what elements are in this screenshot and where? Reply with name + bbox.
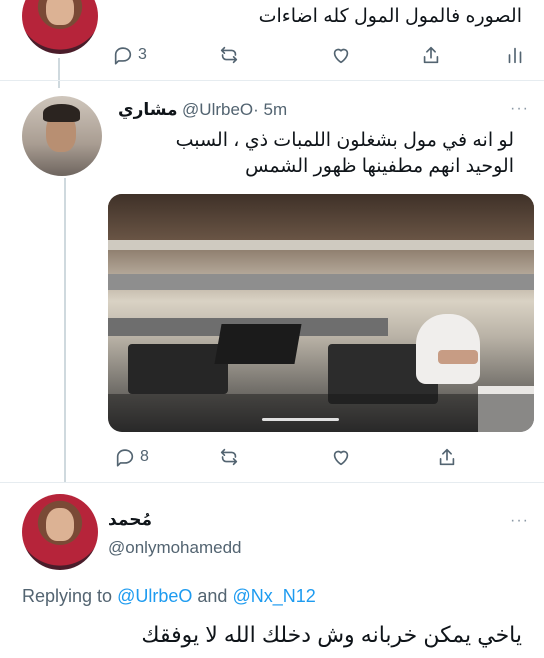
tweet-media[interactable] <box>108 194 534 432</box>
like-icon <box>333 450 349 466</box>
tweet-text-line: الوحيد انهم مطفينها ظهور الشمس <box>245 156 514 177</box>
analytics-button[interactable] <box>504 44 526 66</box>
divider <box>0 80 544 81</box>
tweet-text: لو انه في مول بشغلون اللمبات ذي ، السبب … <box>94 128 514 180</box>
analytics-icon <box>508 47 522 64</box>
replying-to: Replying to @UlrbeO and @Nx_N12 <box>22 586 316 607</box>
replying-and: and <box>197 586 228 606</box>
mention-link[interactable]: @UlrbeO <box>117 586 192 606</box>
display-name[interactable]: مشاري <box>118 100 178 119</box>
reply-icon <box>114 47 132 65</box>
avatar[interactable] <box>22 0 98 54</box>
reply-text: ياخي يمكن خربانه وش دخلك الله لا يوفقك <box>141 622 522 647</box>
reply-count: 3 <box>138 46 147 63</box>
tweet-text-line: لو انه في مول بشغلون اللمبات ذي ، السبب <box>175 130 514 151</box>
like-icon <box>333 48 349 64</box>
avatar[interactable] <box>22 494 98 570</box>
more-icon[interactable]: ··· <box>510 512 529 530</box>
retweet-button[interactable] <box>218 446 240 468</box>
share-icon <box>423 46 439 64</box>
divider <box>0 482 544 483</box>
like-button[interactable] <box>330 446 352 468</box>
user-handle[interactable]: @UlrbeO <box>182 100 253 119</box>
timestamp[interactable]: · 5m <box>253 100 287 119</box>
thread-line <box>64 178 66 482</box>
retweet-button[interactable] <box>218 44 240 66</box>
tweet-text: الصوره فالمول المول كله اضاءات <box>258 6 522 27</box>
share-button[interactable] <box>420 44 442 66</box>
retweet-icon <box>220 448 238 466</box>
user-handle[interactable]: @onlymohamedd <box>108 538 242 558</box>
reply-button[interactable]: 3 <box>112 44 147 66</box>
share-icon <box>439 448 455 466</box>
reply-count: 8 <box>140 448 149 465</box>
video-progress-bar[interactable] <box>262 418 339 421</box>
share-button[interactable] <box>436 446 458 468</box>
display-name[interactable]: مُحمد <box>108 510 152 530</box>
retweet-icon <box>220 46 238 64</box>
reply-icon <box>116 449 134 467</box>
avatar[interactable] <box>22 96 102 176</box>
reply-button[interactable]: 8 <box>114 446 149 468</box>
like-button[interactable] <box>330 44 352 66</box>
thread-line <box>58 58 60 88</box>
replying-to-label: Replying to <box>22 586 113 606</box>
mention-link[interactable]: @Nx_N12 <box>232 586 315 606</box>
more-icon[interactable]: ··· <box>510 100 529 118</box>
